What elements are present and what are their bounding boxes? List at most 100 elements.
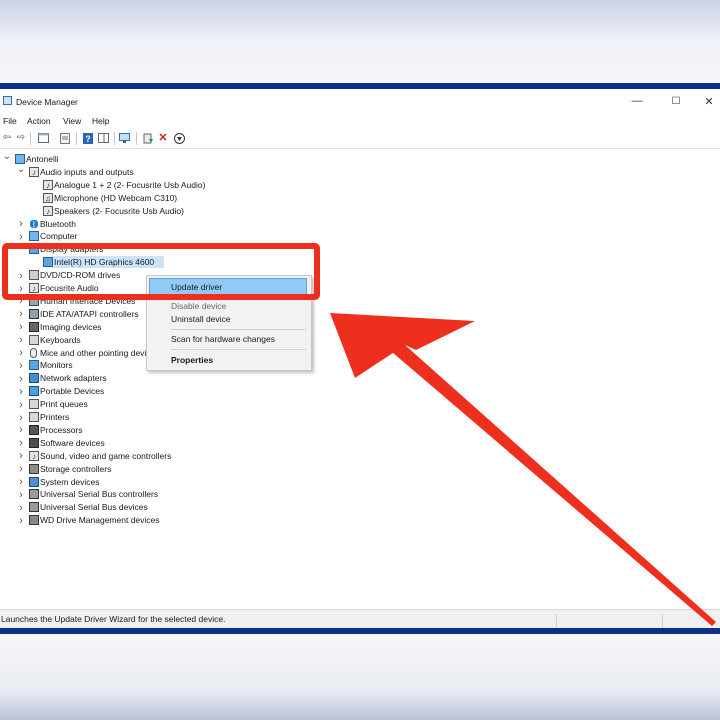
tree-category[interactable]: › Universal Serial Bus devices xyxy=(0,501,720,514)
menu-view[interactable]: View xyxy=(63,116,81,126)
collapsed-chevron-icon[interactable]: › xyxy=(17,359,25,372)
tree-category[interactable]: › Network adapters xyxy=(0,372,720,385)
tree-category[interactable]: › Processors xyxy=(0,424,720,437)
collapsed-chevron-icon[interactable]: › xyxy=(17,450,25,463)
tree-category[interactable]: › ᛒ Bluetooth xyxy=(0,218,720,231)
category-label: Printers xyxy=(40,412,70,422)
tree-category[interactable]: › Universal Serial Bus controllers xyxy=(0,488,720,501)
tree-category[interactable]: ⌄ ♪ Audio inputs and outputs xyxy=(0,163,720,179)
category-label: Universal Serial Bus controllers xyxy=(40,489,159,500)
category-label: Storage controllers xyxy=(40,463,112,474)
tree-category[interactable]: › Keyboards xyxy=(0,334,720,347)
context-item-uninstall-device[interactable]: Uninstall device xyxy=(171,314,231,324)
status-text: Launches the Update Driver Wizard for th… xyxy=(1,614,226,624)
context-menu-separator xyxy=(171,349,306,350)
ide-controller-icon xyxy=(29,308,39,319)
category-label: Software devices xyxy=(40,437,105,448)
close-button[interactable]: ✕ xyxy=(694,92,720,110)
disable-device-icon[interactable] xyxy=(173,132,185,144)
device-label: Microphone (HD Webcam C310) xyxy=(54,192,178,203)
tree-category[interactable]: › WD Drive Management devices xyxy=(0,514,720,527)
speaker-icon: ♪ xyxy=(43,205,53,216)
category-label: Processors xyxy=(40,424,83,435)
drive-management-icon xyxy=(29,515,39,526)
tree-category[interactable]: › ♪ Sound, video and game controllers xyxy=(0,450,720,463)
tree-category[interactable]: › Mice and other pointing devices xyxy=(0,347,720,360)
menu-action[interactable]: Action xyxy=(27,116,51,126)
collapsed-chevron-icon[interactable]: › xyxy=(17,476,25,489)
collapsed-chevron-icon[interactable]: › xyxy=(17,514,25,527)
collapsed-chevron-icon[interactable]: › xyxy=(17,347,25,360)
device-manager-window: Device Manager — ☐ ✕ File Action View He… xyxy=(0,89,720,629)
context-menu-separator xyxy=(171,329,306,330)
collapsed-chevron-icon[interactable]: › xyxy=(17,334,25,347)
tree-category[interactable]: › IDE ATA/ATAPI controllers xyxy=(0,308,720,321)
expanded-chevron-icon[interactable]: ⌄ xyxy=(17,163,25,176)
minimize-button[interactable]: — xyxy=(622,92,652,110)
tree-category[interactable]: › Print queues xyxy=(0,398,720,411)
tree-category[interactable]: › Software devices xyxy=(0,437,720,450)
storage-icon xyxy=(29,463,39,474)
tree-category[interactable]: › Computer xyxy=(0,230,720,243)
tree-category[interactable]: › Storage controllers xyxy=(0,463,720,476)
collapsed-chevron-icon[interactable]: › xyxy=(17,437,25,450)
collapsed-chevron-icon[interactable]: › xyxy=(17,411,25,424)
expanded-chevron-icon[interactable]: ⌄ xyxy=(3,150,11,163)
category-label: Mice and other pointing devices xyxy=(40,347,160,358)
collapsed-chevron-icon[interactable]: › xyxy=(17,372,25,385)
printer-icon xyxy=(29,412,39,422)
context-item-scan-hardware[interactable]: Scan for hardware changes xyxy=(171,334,275,344)
category-label: Universal Serial Bus devices xyxy=(40,502,148,513)
tree-device[interactable]: ♪ Speakers (2- Focusrite Usb Audio) xyxy=(0,205,720,218)
menu-help[interactable]: Help xyxy=(92,116,109,126)
speaker-icon: ♪ xyxy=(29,450,39,461)
device-label: Speakers (2- Focusrite Usb Audio) xyxy=(54,205,184,216)
context-item-disable-device[interactable]: Disable device xyxy=(171,301,226,311)
bluetooth-icon: ᛒ xyxy=(29,218,39,229)
context-item-properties[interactable]: Properties xyxy=(171,355,213,365)
uninstall-device-icon[interactable]: ✕ xyxy=(157,132,169,144)
tree-category[interactable]: › System devices xyxy=(0,476,720,489)
network-icon xyxy=(29,373,39,384)
tree-device[interactable]: ♫ Microphone (HD Webcam C310) xyxy=(0,192,720,205)
collapsed-chevron-icon[interactable]: › xyxy=(17,398,25,411)
software-device-icon xyxy=(29,437,39,448)
menu-bar: File Action View Help xyxy=(0,113,720,129)
tree-category[interactable]: › Monitors xyxy=(0,359,720,372)
highlight-box xyxy=(2,243,320,300)
mouse-icon xyxy=(30,347,37,358)
svg-text:?: ? xyxy=(85,134,91,144)
collapsed-chevron-icon[interactable]: › xyxy=(17,424,25,437)
collapsed-chevron-icon[interactable]: › xyxy=(17,308,25,321)
collapsed-chevron-icon[interactable]: › xyxy=(17,321,25,334)
maximize-button[interactable]: ☐ xyxy=(661,92,691,110)
category-label: Antonelli xyxy=(26,154,59,164)
collapsed-chevron-icon[interactable]: › xyxy=(17,488,25,501)
collapsed-chevron-icon[interactable]: › xyxy=(17,385,25,398)
toolbar-separator xyxy=(30,132,31,145)
menu-file[interactable]: File xyxy=(3,116,17,126)
scan-hardware-icon[interactable] xyxy=(119,132,131,144)
status-divider xyxy=(556,614,557,628)
tree-category[interactable]: › Imaging devices xyxy=(0,321,720,334)
help-icon[interactable]: ? xyxy=(82,132,94,144)
properties-icon[interactable] xyxy=(59,132,71,144)
speaker-icon: ♪ xyxy=(43,179,53,190)
action-pane-icon[interactable] xyxy=(97,132,109,144)
collapsed-chevron-icon[interactable]: › xyxy=(17,501,25,514)
category-label: Keyboards xyxy=(40,334,81,345)
window-frame-bottom xyxy=(0,628,720,634)
category-label: Bluetooth xyxy=(40,218,76,229)
update-driver-icon[interactable] xyxy=(142,132,154,144)
tree-device[interactable]: ♪ Analogue 1 + 2 (2- Focusrite Usb Audio) xyxy=(0,179,720,192)
category-label: Monitors xyxy=(40,360,73,371)
collapsed-chevron-icon[interactable]: › xyxy=(17,463,25,476)
tree-root[interactable]: ⌄ Antonelli xyxy=(0,150,720,166)
collapsed-chevron-icon[interactable]: › xyxy=(17,218,25,231)
forward-arrow-icon[interactable]: ⇨ xyxy=(15,132,27,144)
show-hide-console-tree-icon[interactable] xyxy=(37,132,49,144)
tree-category[interactable]: › Portable Devices xyxy=(0,385,720,398)
toolbar-separator xyxy=(136,132,137,145)
tree-category[interactable]: › Printers xyxy=(0,411,720,424)
back-arrow-icon[interactable]: ⇦ xyxy=(1,132,13,144)
